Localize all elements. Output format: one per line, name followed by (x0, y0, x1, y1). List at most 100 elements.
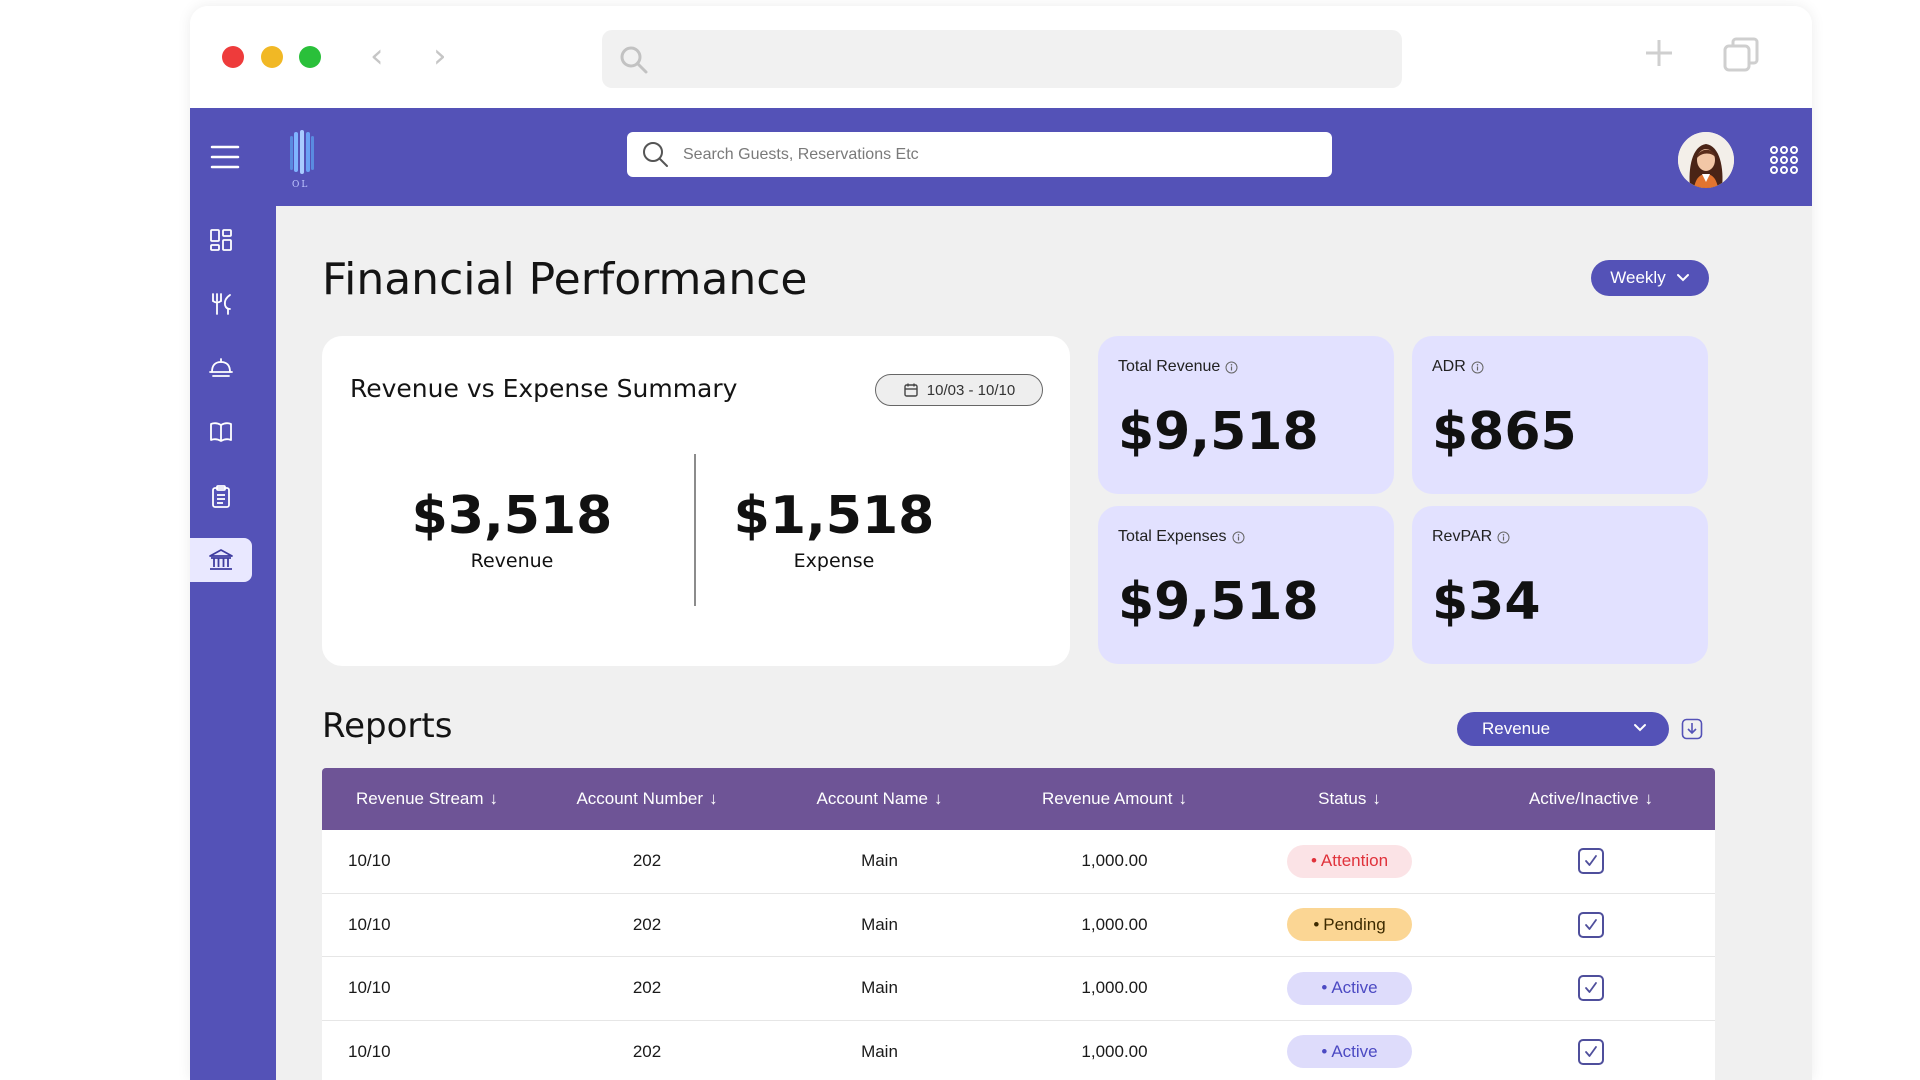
expense-value: $1,518 (733, 486, 935, 546)
status-badge: • Active (1287, 971, 1412, 1005)
check-icon (1585, 918, 1597, 930)
account-name-cell: Main (861, 914, 898, 934)
forward-arrow-icon[interactable]: › (433, 36, 447, 76)
sort-arrow-icon: ↓ (1644, 789, 1654, 808)
report-type-dropdown[interactable]: Revenue (1457, 712, 1669, 746)
period-dropdown-label: Weekly (1610, 268, 1666, 287)
apps-grid-icon[interactable] (1770, 146, 1798, 174)
revenue-amount-cell: 1,000.00 (1081, 914, 1148, 934)
minimize-window-button[interactable] (261, 46, 283, 68)
table-row[interactable]: 10/10 202 Main 1,000.00 • Pending (322, 893, 1715, 957)
active-checkbox[interactable] (1578, 848, 1604, 875)
status-badge: • Attention (1287, 844, 1412, 878)
active-toggle-cell (1467, 848, 1715, 875)
reports-title: Reports (322, 706, 453, 746)
active-checkbox[interactable] (1578, 1038, 1604, 1065)
app-header: OL (190, 108, 1812, 206)
period-dropdown[interactable]: Weekly (1591, 260, 1709, 296)
total-expenses-value: $9,518 (1118, 572, 1319, 632)
bank-icon (209, 549, 233, 570)
close-window-button[interactable] (222, 46, 244, 68)
user-avatar-image (1678, 132, 1734, 188)
revenue-stream-cell: 10/10 (348, 978, 391, 998)
info-icon[interactable] (1232, 531, 1245, 544)
user-avatar[interactable] (1678, 132, 1734, 188)
column-header-label: Revenue Stream (355, 789, 484, 808)
download-icon[interactable] (1681, 718, 1703, 740)
table-row[interactable]: 10/10 202 Main 1,000.00 • Attention (322, 830, 1715, 894)
summary-divider (694, 454, 696, 606)
date-range-text: 10/03 - 10/10 (926, 381, 1016, 399)
active-checkbox[interactable] (1578, 975, 1604, 1002)
total-expenses-card: Total Expenses $9,518 (1098, 506, 1394, 664)
new-tab-icon[interactable] (1642, 36, 1676, 70)
revenue-stream-cell: 10/10 (348, 1041, 391, 1061)
info-icon[interactable] (1471, 361, 1484, 374)
browser-chrome: ‹ › (190, 6, 1812, 108)
revpar-label: RevPAR (1432, 528, 1510, 546)
total-revenue-label-text: Total Revenue (1118, 358, 1221, 375)
browser-window: ‹ › OL Search Guests, Reservations Etc F… (190, 6, 1812, 1080)
status-dot: • (1313, 914, 1320, 934)
adr-card: ADR $865 (1412, 336, 1708, 494)
adr-label: ADR (1432, 358, 1484, 376)
column-header-account-name[interactable]: Account Name ↓ (762, 789, 997, 809)
table-row[interactable]: 10/10 202 Main 1,000.00 • Active (322, 1020, 1715, 1080)
adr-label-text: ADR (1432, 358, 1466, 375)
account-number-cell: 202 (632, 851, 662, 871)
search-icon (620, 46, 648, 74)
search-box[interactable] (627, 132, 1332, 177)
menu-icon[interactable] (210, 144, 240, 170)
revenue-amount-cell: 1,000.00 (1081, 851, 1148, 871)
column-header-account-number[interactable]: Account Number ↓ (532, 789, 762, 809)
logo-text: OL (292, 180, 310, 190)
status-dot: • (1310, 851, 1317, 871)
maximize-window-button[interactable] (299, 46, 321, 68)
column-header-revenue-stream[interactable]: Revenue Stream ↓ (322, 789, 532, 809)
active-toggle-cell (1467, 975, 1715, 1002)
sidebar-item-book[interactable] (190, 410, 252, 454)
address-bar[interactable] (602, 30, 1402, 88)
expense-summary: $1,518 Expense (704, 486, 964, 572)
status-cell: • Attention (1232, 844, 1467, 878)
sidebar-item-clipboard[interactable] (190, 474, 252, 518)
status-cell: • Active (1232, 1035, 1467, 1069)
book-icon (210, 422, 232, 442)
column-header-revenue-amount[interactable]: Revenue Amount ↓ (997, 789, 1232, 809)
status-text: Attention (1320, 851, 1389, 871)
total-expenses-label-text: Total Expenses (1118, 528, 1227, 545)
column-header-status[interactable]: Status ↓ (1232, 789, 1467, 809)
dashboard-icon (210, 229, 232, 251)
revpar-card: RevPAR $34 (1412, 506, 1708, 664)
sidebar-item-room-service[interactable] (190, 346, 252, 390)
table-header: Revenue Stream ↓ Account Number ↓ Account … (322, 768, 1715, 830)
column-header-active-inactive[interactable]: Active/Inactive ↓ (1467, 789, 1715, 809)
status-dot: • (1321, 978, 1328, 998)
back-arrow-icon[interactable]: ‹ (370, 36, 384, 76)
sort-arrow-icon: ↓ (934, 789, 943, 808)
logo-icon (290, 130, 314, 174)
sidebar-item-dashboard[interactable] (190, 218, 252, 262)
status-text: Active (1331, 1041, 1378, 1061)
account-number-cell: 202 (632, 1041, 662, 1061)
revenue-label: Revenue (470, 550, 554, 572)
check-icon (1585, 1045, 1597, 1057)
status-cell: • Active (1232, 971, 1467, 1005)
info-icon[interactable] (1497, 531, 1510, 544)
revenue-expense-summary-card: Revenue vs Expense Summary 10/03 - 10/10… (322, 336, 1070, 666)
info-icon[interactable] (1225, 361, 1238, 374)
revpar-value: $34 (1432, 572, 1541, 632)
active-toggle-cell (1467, 1038, 1715, 1065)
search-input[interactable] (683, 132, 1303, 177)
active-checkbox[interactable] (1578, 911, 1604, 938)
revenue-amount-cell: 1,000.00 (1081, 978, 1148, 998)
date-range-picker[interactable]: 10/03 - 10/10 (875, 374, 1043, 406)
revenue-summary: $3,518 Revenue (382, 486, 642, 572)
sidebar-item-financials[interactable] (190, 538, 252, 582)
tabs-overview-icon[interactable] (1722, 36, 1760, 74)
table-row[interactable]: 10/10 202 Main 1,000.00 • Active (322, 957, 1715, 1021)
room-service-icon (209, 358, 233, 377)
main-content: Financial Performance Weekly Revenue vs … (276, 206, 1812, 1080)
column-header-label: Revenue Amount (1042, 789, 1173, 808)
sidebar-item-dining[interactable] (190, 282, 252, 326)
